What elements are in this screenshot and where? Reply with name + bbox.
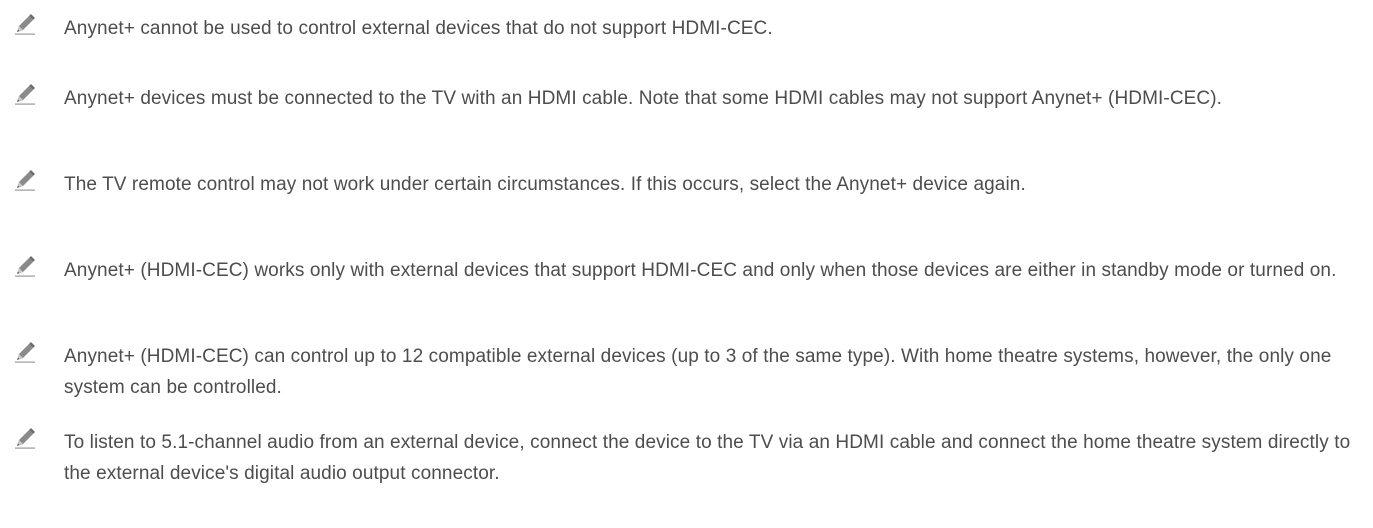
pencil-icon bbox=[14, 255, 36, 277]
note-text: To listen to 5.1-channel audio from an e… bbox=[64, 432, 1351, 484]
pencil-icon bbox=[14, 83, 36, 105]
note-text: Anynet+ cannot be used to control extern… bbox=[64, 18, 773, 39]
note-text: Anynet+ (HDMI-CEC) works only with exter… bbox=[64, 260, 1337, 281]
note-text: Anynet+ devices must be connected to the… bbox=[64, 88, 1223, 109]
note-text: The TV remote control may not work under… bbox=[64, 174, 1026, 195]
pencil-icon bbox=[14, 427, 36, 449]
pencil-icon bbox=[14, 13, 36, 35]
notes-list: Anynet+ cannot be used to control extern… bbox=[0, 0, 1373, 528]
pencil-icon bbox=[14, 169, 36, 191]
note-text: Anynet+ (HDMI-CEC) can control up to 12 … bbox=[64, 346, 1332, 398]
pencil-icon bbox=[14, 341, 36, 363]
